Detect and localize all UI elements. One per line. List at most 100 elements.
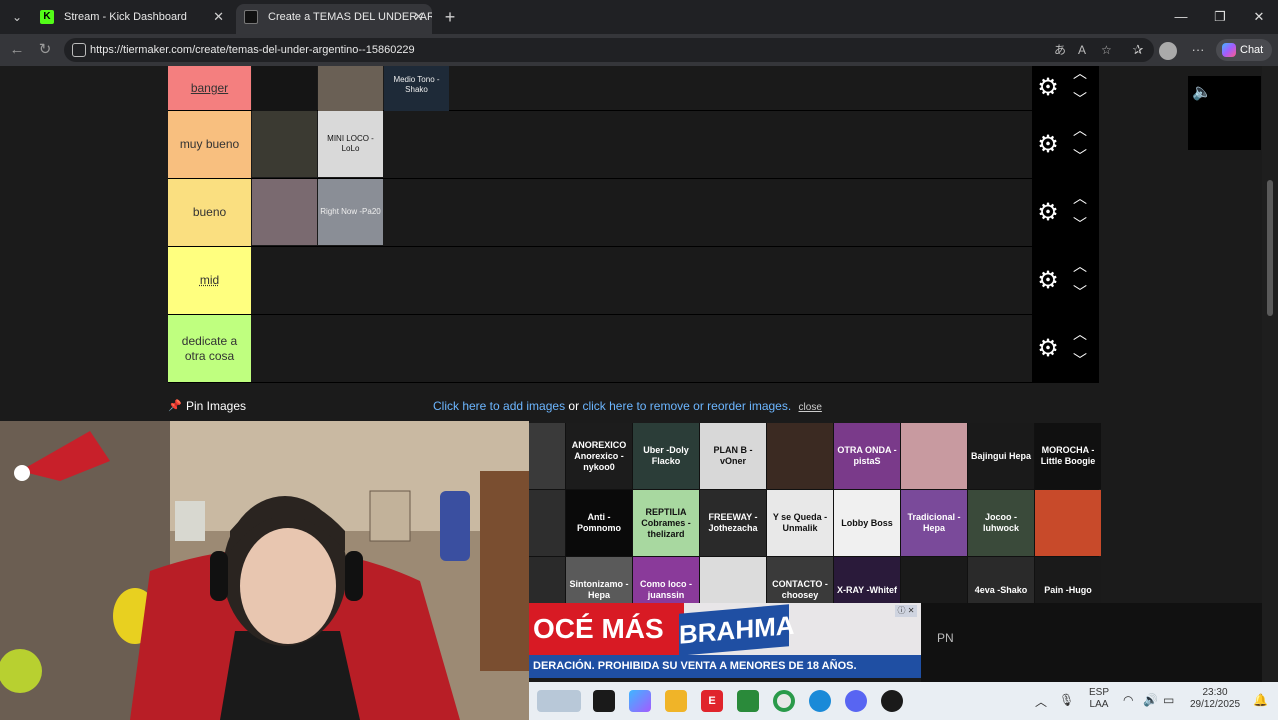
tier-label[interactable]: mid xyxy=(168,247,251,314)
close-icon[interactable]: ✕ xyxy=(413,4,424,30)
chevron-up-icon[interactable]: ︿ xyxy=(1070,257,1090,275)
page-scrollbar[interactable] xyxy=(1262,66,1278,682)
pool-image-tile[interactable]: OTRA ONDA -pistaS xyxy=(834,423,900,489)
site-info-icon[interactable] xyxy=(72,43,86,57)
pool-image-tile[interactable]: ANOREXICO Anorexico -nykoo0 xyxy=(566,423,632,489)
clock[interactable]: 23:30 29/12/2025 xyxy=(1185,687,1245,711)
tier-item[interactable] xyxy=(318,66,383,111)
pool-image-tile[interactable]: PLAN B -vOner xyxy=(700,423,766,489)
pool-image-tile[interactable]: MOROCHA -Little Boogie xyxy=(1035,423,1101,489)
maximize-icon[interactable]: ❐ xyxy=(1205,6,1235,28)
tier-label[interactable]: muy bueno xyxy=(168,111,251,178)
chevron-up-icon[interactable]: ︿ xyxy=(1070,189,1090,207)
widgets-icon[interactable] xyxy=(537,690,581,712)
pool-image-tile[interactable]: Anti -Pomnomo xyxy=(566,490,632,556)
tier-label[interactable]: bueno xyxy=(168,179,251,246)
obs-icon[interactable] xyxy=(881,690,903,712)
tier-label[interactable]: banger xyxy=(168,66,251,110)
pin-icon[interactable]: 📌 xyxy=(168,399,182,412)
task-view-icon[interactable] xyxy=(593,690,615,712)
tier-row-mid: mid ⚙ ︿ ﹀ xyxy=(168,247,1099,315)
chevron-up-icon[interactable]: ︿ xyxy=(1070,325,1090,343)
pool-image-tile[interactable]: Uber -Doly Flacko xyxy=(633,423,699,489)
discord-icon[interactable] xyxy=(845,690,867,712)
more-icon[interactable]: ··· xyxy=(1188,40,1208,60)
pool-image-tile[interactable] xyxy=(901,423,967,489)
pool-image-tile[interactable] xyxy=(1035,490,1101,556)
remove-images-link[interactable]: click here to remove or reorder images. xyxy=(582,399,791,413)
chevron-up-icon[interactable]: ︿ xyxy=(1070,66,1090,82)
chevron-down-icon[interactable]: ﹀ xyxy=(1070,90,1090,108)
gear-icon[interactable]: ⚙ xyxy=(1036,267,1060,294)
back-icon[interactable]: ← xyxy=(6,39,28,61)
gear-icon[interactable]: ⚙ xyxy=(1036,75,1060,101)
close-icon[interactable]: ✕ xyxy=(213,4,224,30)
ad-brand-logo: BRAHMA xyxy=(679,604,795,656)
favorites-icon[interactable]: ✰ xyxy=(1128,40,1148,60)
tab-tiermaker[interactable]: Create a TEMAS DEL UNDER ARG ✕ xyxy=(236,4,432,34)
gear-icon[interactable]: ⚙ xyxy=(1036,199,1060,226)
pool-image-tile[interactable]: FREEWAY -Jothezacha xyxy=(700,490,766,556)
battery-icon[interactable]: ▭ xyxy=(1163,693,1174,707)
windows-taskbar: E ︿ 🎙 ESP LAA ◠ 🔊 ▭ 23:30 29/12/2025 🔔 xyxy=(529,682,1278,720)
pool-image-tile[interactable]: REPTILIA Cobrames -thelizard xyxy=(633,490,699,556)
profile-avatar-icon[interactable] xyxy=(1159,42,1177,60)
minimize-icon[interactable]: — xyxy=(1166,6,1196,28)
clock-time: 23:30 xyxy=(1202,687,1228,698)
pool-image-tile[interactable]: Tradicional -Hepa xyxy=(901,490,967,556)
file-explorer-icon[interactable] xyxy=(665,690,687,712)
tier-item[interactable] xyxy=(252,66,317,111)
tier-item[interactable]: Medio Tono -Shako xyxy=(384,66,449,111)
office-app-icon[interactable]: E xyxy=(701,690,723,712)
copilot-chat-button[interactable]: Chat xyxy=(1216,39,1272,61)
close-link[interactable]: close xyxy=(799,402,822,413)
tier-controls: ⚙ ︿ ﹀ xyxy=(1032,315,1099,382)
add-images-link[interactable]: Click here to add images xyxy=(433,399,565,413)
input-language[interactable]: ESP LAA xyxy=(1087,687,1111,711)
translate-icon[interactable]: あ xyxy=(1054,38,1066,62)
notifications-icon[interactable]: 🔔 xyxy=(1253,693,1268,707)
chevron-down-icon[interactable]: ﹀ xyxy=(1070,283,1090,301)
tier-item[interactable] xyxy=(252,179,317,245)
chevron-down-icon[interactable]: ﹀ xyxy=(1070,147,1090,165)
show-hidden-icons-icon[interactable]: ︿ xyxy=(1035,693,1047,710)
pool-image-tile[interactable]: Y se Queda -Unmalik xyxy=(767,490,833,556)
chevron-down-icon[interactable]: ﹀ xyxy=(1070,351,1090,369)
ad-choices-icon[interactable]: ⓘ ✕ xyxy=(895,605,917,617)
chevron-up-icon[interactable]: ︿ xyxy=(1070,121,1090,139)
tier-item[interactable]: MINI LOCO -LoLo xyxy=(318,111,383,177)
microphone-icon[interactable]: 🎙 xyxy=(1059,693,1074,707)
copilot-app-icon[interactable] xyxy=(629,690,651,712)
tier-item[interactable]: Right Now -Pa20 xyxy=(318,179,383,245)
gear-icon[interactable]: ⚙ xyxy=(1036,131,1060,158)
favorite-star-icon[interactable]: ☆ xyxy=(1101,38,1112,62)
scrollbar-thumb[interactable] xyxy=(1267,180,1273,316)
tab-actions-icon[interactable]: ⌄ xyxy=(6,6,28,28)
pool-image-tile[interactable]: Lobby Boss xyxy=(834,490,900,556)
volume-icon[interactable]: 🔊 xyxy=(1143,693,1158,707)
read-aloud-icon[interactable]: A xyxy=(1078,38,1086,62)
speaker-icon[interactable]: 🔈 xyxy=(1192,82,1212,102)
chevron-down-icon[interactable]: ﹀ xyxy=(1070,215,1090,233)
layout-label: LAA xyxy=(1089,699,1109,710)
tab-kick-dashboard[interactable]: K Stream - Kick Dashboard ✕ xyxy=(32,4,232,34)
tier-item[interactable] xyxy=(252,111,317,177)
tier-label[interactable]: dedicate a otra cosa xyxy=(168,315,251,382)
pool-image-tile[interactable] xyxy=(767,423,833,489)
pool-image-tile[interactable]: Bajingui Hepa xyxy=(968,423,1034,489)
ad-banner[interactable]: OCÉ MÁS BRAHMA DERACIÓN. PROHIBIDA SU VE… xyxy=(529,603,921,678)
gear-icon[interactable]: ⚙ xyxy=(1036,335,1060,362)
minecraft-icon[interactable] xyxy=(737,690,759,712)
window-close-icon[interactable]: ✕ xyxy=(1244,6,1274,28)
refresh-icon[interactable]: ↻ xyxy=(34,39,56,61)
pool-image-tile[interactable]: Jocoo -luhwock xyxy=(968,490,1034,556)
chrome-icon[interactable] xyxy=(773,690,795,712)
address-bar[interactable]: https://tiermaker.com/create/temas-del-u… xyxy=(64,38,1154,62)
tier-row-muy-bueno: muy bueno MINI LOCO -LoLo ⚙ ︿ ﹀ xyxy=(168,111,1099,179)
image-pool: ANOREXICO Anorexico -nykoo0 Uber -Doly Fl… xyxy=(499,423,1101,623)
new-tab-icon[interactable]: + xyxy=(440,6,460,28)
side-ad-video[interactable]: 🔈 xyxy=(1188,76,1261,150)
edge-icon[interactable] xyxy=(809,690,831,712)
wifi-icon[interactable]: ◠ xyxy=(1123,693,1133,707)
pin-images-label[interactable]: Pin Images xyxy=(186,399,246,413)
